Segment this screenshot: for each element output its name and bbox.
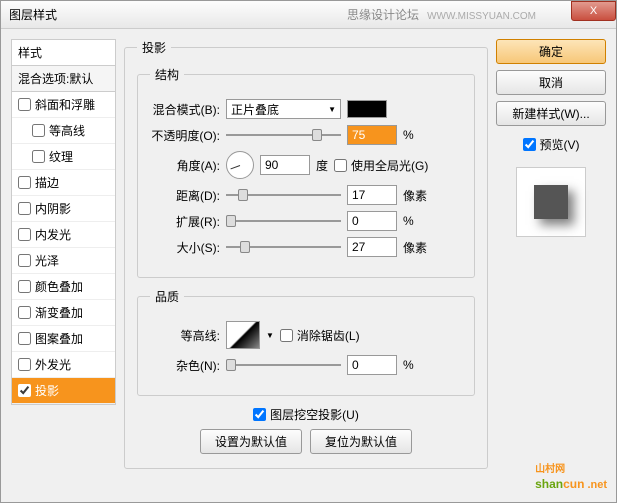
style-label: 光泽 xyxy=(35,252,59,269)
style-label: 图案叠加 xyxy=(35,330,83,347)
blend-options[interactable]: 混合选项:默认 xyxy=(12,66,115,92)
style-label: 外发光 xyxy=(35,356,71,373)
style-checkbox[interactable] xyxy=(32,124,45,137)
blend-mode-label: 混合模式(B): xyxy=(150,101,220,118)
style-checkbox[interactable] xyxy=(18,384,31,397)
spread-slider[interactable] xyxy=(226,215,341,227)
style-checkbox[interactable] xyxy=(18,228,31,241)
style-label: 内发光 xyxy=(35,226,71,243)
style-item-11[interactable]: 投影 xyxy=(12,378,115,404)
distance-label: 距离(D): xyxy=(150,187,220,204)
main-fieldset: 投影 结构 混合模式(B): 正片叠底▼ 不透明度(O): 75 % xyxy=(124,39,488,469)
noise-input[interactable]: 0 xyxy=(347,355,397,375)
style-item-2[interactable]: 纹理 xyxy=(12,144,115,170)
distance-input[interactable]: 17 xyxy=(347,185,397,205)
style-checkbox[interactable] xyxy=(32,150,45,163)
watermark: 山村网 shancun.net xyxy=(535,460,607,493)
style-label: 描边 xyxy=(35,174,59,191)
global-light-checkbox[interactable]: 使用全局光(G) xyxy=(334,157,428,174)
chevron-down-icon: ▼ xyxy=(328,105,336,114)
preview-checkbox[interactable]: 预览(V) xyxy=(496,136,606,153)
main-legend: 投影 xyxy=(137,39,171,56)
contour-picker[interactable] xyxy=(226,321,260,349)
style-label: 斜面和浮雕 xyxy=(35,96,95,113)
style-item-0[interactable]: 斜面和浮雕 xyxy=(12,92,115,118)
style-label: 纹理 xyxy=(49,148,73,165)
style-checkbox[interactable] xyxy=(18,306,31,319)
style-item-1[interactable]: 等高线 xyxy=(12,118,115,144)
ok-button[interactable]: 确定 xyxy=(496,39,606,64)
spread-input[interactable]: 0 xyxy=(347,211,397,231)
reset-default-button[interactable]: 复位为默认值 xyxy=(310,429,412,454)
style-item-7[interactable]: 颜色叠加 xyxy=(12,274,115,300)
distance-slider[interactable] xyxy=(226,189,341,201)
angle-label: 角度(A): xyxy=(150,157,220,174)
size-slider[interactable] xyxy=(226,241,341,253)
style-checkbox[interactable] xyxy=(18,98,31,111)
style-label: 内阴影 xyxy=(35,200,71,217)
knockout-checkbox[interactable]: 图层挖空投影(U) xyxy=(137,406,475,423)
window-title: 图层样式 xyxy=(9,6,57,23)
style-checkbox[interactable] xyxy=(18,202,31,215)
style-label: 渐变叠加 xyxy=(35,304,83,321)
size-label: 大小(S): xyxy=(150,239,220,256)
opacity-label: 不透明度(O): xyxy=(150,127,220,144)
preview-swatch xyxy=(534,185,568,219)
shadow-color-swatch[interactable] xyxy=(347,100,387,118)
styles-header[interactable]: 样式 xyxy=(12,40,115,66)
style-label: 等高线 xyxy=(49,122,85,139)
contour-label: 等高线: xyxy=(150,327,220,344)
size-input[interactable]: 27 xyxy=(347,237,397,257)
noise-label: 杂色(N): xyxy=(150,357,220,374)
style-checkbox[interactable] xyxy=(18,176,31,189)
subtitle: 思缘设计论坛 WWW.MISSYUAN.COM xyxy=(347,6,536,23)
noise-slider[interactable] xyxy=(226,359,341,371)
new-style-button[interactable]: 新建样式(W)... xyxy=(496,101,606,126)
style-checkbox[interactable] xyxy=(18,280,31,293)
action-panel: 确定 取消 新建样式(W)... 预览(V) xyxy=(496,39,606,492)
styles-panel: 样式 混合选项:默认 斜面和浮雕等高线纹理描边内阴影内发光光泽颜色叠加渐变叠加图… xyxy=(11,39,116,492)
titlebar: 图层样式 思缘设计论坛 WWW.MISSYUAN.COM X xyxy=(1,1,616,29)
layer-style-dialog: 图层样式 思缘设计论坛 WWW.MISSYUAN.COM X 样式 混合选项:默… xyxy=(0,0,617,503)
set-default-button[interactable]: 设置为默认值 xyxy=(200,429,302,454)
style-item-4[interactable]: 内阴影 xyxy=(12,196,115,222)
style-item-5[interactable]: 内发光 xyxy=(12,222,115,248)
style-item-9[interactable]: 图案叠加 xyxy=(12,326,115,352)
opacity-input[interactable]: 75 xyxy=(347,125,397,145)
preview-box xyxy=(516,167,586,237)
opacity-slider[interactable] xyxy=(226,129,341,141)
style-item-8[interactable]: 渐变叠加 xyxy=(12,300,115,326)
style-item-6[interactable]: 光泽 xyxy=(12,248,115,274)
quality-fieldset: 品质 等高线: ▼ 消除锯齿(L) 杂色(N): 0 % xyxy=(137,288,475,396)
cancel-button[interactable]: 取消 xyxy=(496,70,606,95)
style-item-10[interactable]: 外发光 xyxy=(12,352,115,378)
style-checkbox[interactable] xyxy=(18,254,31,267)
style-label: 投影 xyxy=(35,382,59,399)
angle-dial[interactable] xyxy=(226,151,254,179)
style-label: 颜色叠加 xyxy=(35,278,83,295)
style-item-3[interactable]: 描边 xyxy=(12,170,115,196)
style-checkbox[interactable] xyxy=(18,358,31,371)
structure-fieldset: 结构 混合模式(B): 正片叠底▼ 不透明度(O): 75 % xyxy=(137,66,475,278)
blend-mode-dropdown[interactable]: 正片叠底▼ xyxy=(226,99,341,119)
settings-panel: 投影 结构 混合模式(B): 正片叠底▼ 不透明度(O): 75 % xyxy=(124,39,488,492)
antialias-checkbox[interactable]: 消除锯齿(L) xyxy=(280,327,360,344)
close-button[interactable]: X xyxy=(571,1,616,21)
style-checkbox[interactable] xyxy=(18,332,31,345)
chevron-down-icon[interactable]: ▼ xyxy=(266,331,274,340)
spread-label: 扩展(R): xyxy=(150,213,220,230)
angle-input[interactable]: 90 xyxy=(260,155,310,175)
